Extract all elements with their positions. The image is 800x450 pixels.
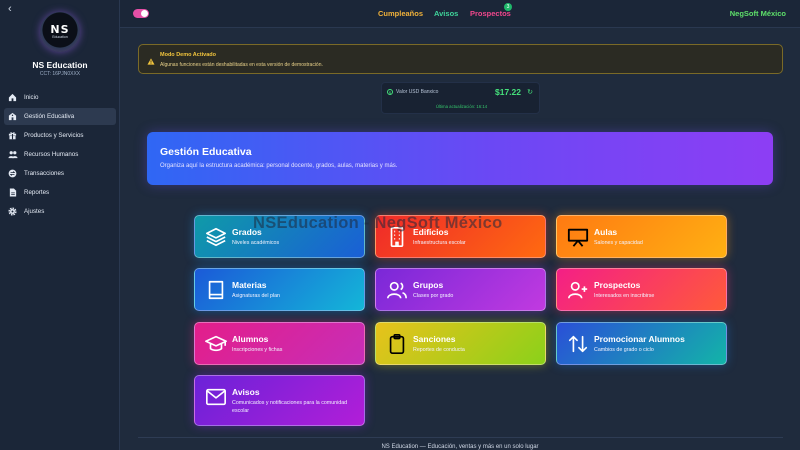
warning-icon xyxy=(147,52,155,70)
alert-title: Modo Demo Activado xyxy=(160,52,217,58)
sidebar-nav: Inicio Gestión Educativa Productos y Ser… xyxy=(4,89,116,222)
arrows-updown-icon xyxy=(567,333,589,355)
card-title: Grados xyxy=(232,227,262,237)
user-plus-icon xyxy=(567,279,589,301)
sidebar-item-recursos-humanos[interactable]: Recursos Humanos xyxy=(4,146,116,163)
brand-name: NS Education xyxy=(32,60,88,70)
topbar-link-cumpleanos[interactable]: Cumpleaños xyxy=(378,9,423,18)
demo-alert: Modo Demo Activado Algunas funciones est… xyxy=(138,44,783,74)
logo-subtext: Education xyxy=(52,35,68,39)
sidebar-item-label: Transacciones xyxy=(24,170,65,177)
card-title: Edificios xyxy=(413,227,449,237)
page-title: Gestión Educativa xyxy=(160,146,252,158)
refresh-icon[interactable]: ↻ xyxy=(527,88,533,96)
building-icon xyxy=(386,226,408,248)
card-alumnos[interactable]: Alumnos Inscripciones y fichas xyxy=(194,322,365,365)
card-subtitle: Comunicados y notificaciones para la com… xyxy=(232,400,348,414)
brand-cct: CCT: 16PJN0XXX xyxy=(39,71,81,77)
card-avisos[interactable]: Avisos Comunicados y notificaciones para… xyxy=(194,375,365,426)
card-subtitle: Clases por grado xyxy=(413,293,454,299)
footer-divider xyxy=(138,437,783,438)
card-title: Aulas xyxy=(594,227,618,237)
card-subtitle: Niveles académicos xyxy=(232,240,280,246)
page-subtitle: Organiza aquí la estructura académica: p… xyxy=(160,163,398,169)
sidebar: ‹ NS Education NS Education CCT: 16PJN0X… xyxy=(0,0,120,450)
card-title: Avisos xyxy=(232,387,260,397)
sidebar-item-label: Inicio xyxy=(24,94,39,101)
company-name[interactable]: NegSoft México xyxy=(730,9,786,18)
mail-icon xyxy=(205,386,227,408)
section-hero: Gestión Educativa Organiza aquí la estru… xyxy=(147,132,773,185)
theme-toggle[interactable] xyxy=(133,9,149,18)
sidebar-item-productos-servicios[interactable]: Productos y Servicios xyxy=(4,127,116,144)
sidebar-item-inicio[interactable]: Inicio xyxy=(4,89,116,106)
sidebar-item-label: Ajustes xyxy=(24,208,45,215)
users-icon xyxy=(7,149,18,160)
gift-icon xyxy=(7,130,18,141)
sidebar-item-gestion-educativa[interactable]: Gestión Educativa xyxy=(4,108,116,125)
card-subtitle: Infraestructura escolar xyxy=(413,240,466,246)
dollar-icon: $ xyxy=(387,89,393,95)
card-subtitle: Asignaturas del plan xyxy=(232,293,280,299)
card-edificios[interactable]: Edificios Infraestructura escolar xyxy=(375,215,546,258)
home-icon xyxy=(7,92,18,103)
card-subtitle: Cambios de grado o ciclo xyxy=(594,347,654,353)
presentation-icon xyxy=(567,226,589,248)
card-title: Grupos xyxy=(413,280,444,290)
card-title: Sanciones xyxy=(413,334,456,344)
group-icon xyxy=(386,279,408,301)
rate-label: Valor USD Banxico xyxy=(396,89,439,95)
graduation-cap-icon xyxy=(205,333,227,355)
clipboard-icon xyxy=(386,333,408,355)
alert-text: Algunas funciones están deshabilitadas e… xyxy=(160,62,323,68)
card-title: Promocionar Alumnos xyxy=(594,334,685,344)
topbar: Cumpleaños Avisos Prospectos 3 NegSoft M… xyxy=(120,0,800,28)
sidebar-item-label: Productos y Servicios xyxy=(24,132,84,139)
toggle-knob xyxy=(141,10,148,17)
logo-text: NS xyxy=(50,23,70,36)
card-title: Prospectos xyxy=(594,280,641,290)
card-subtitle: Reportes de conducta xyxy=(413,347,465,353)
rate-updated: Última actualización: 16:14 xyxy=(435,104,488,109)
card-subtitle: Inscripciones y fichas xyxy=(232,347,283,353)
exchange-rate-card: $ Valor USD Banxico $17.22 ↻ Última actu… xyxy=(381,82,540,114)
gear-icon xyxy=(7,206,18,217)
card-prospectos[interactable]: Prospectos Interesados en inscribirse xyxy=(556,268,727,311)
sidebar-item-label: Recursos Humanos xyxy=(24,151,79,158)
card-promocionar-alumnos[interactable]: Promocionar Alumnos Cambios de grado o c… xyxy=(556,322,727,365)
rate-value: $17.22 xyxy=(495,87,521,97)
card-title: Materias xyxy=(232,280,267,290)
file-icon xyxy=(7,187,18,198)
card-subtitle: Salones y capacidad xyxy=(594,240,643,246)
sidebar-item-label: Gestión Educativa xyxy=(24,113,75,120)
topbar-link-prospectos[interactable]: Prospectos xyxy=(470,9,511,18)
sidebar-item-transacciones[interactable]: Transacciones xyxy=(4,165,116,182)
logo: NS Education xyxy=(40,12,80,52)
card-grupos[interactable]: Grupos Clases por grado xyxy=(375,268,546,311)
card-title: Alumnos xyxy=(232,334,269,344)
card-materias[interactable]: Materias Asignaturas del plan xyxy=(194,268,365,311)
layers-icon xyxy=(205,226,227,248)
prospectos-count-badge: 3 xyxy=(504,3,512,11)
card-aulas[interactable]: Aulas Salones y capacidad xyxy=(556,215,727,258)
chevron-left-icon[interactable]: ‹ xyxy=(8,3,12,15)
topbar-link-avisos[interactable]: Avisos xyxy=(434,9,458,18)
sidebar-item-ajustes[interactable]: Ajustes xyxy=(4,203,116,220)
transfer-icon xyxy=(7,168,18,179)
footer-text: NS Education — Educación, ventas y más e… xyxy=(381,444,539,450)
sidebar-item-reportes[interactable]: Reportes xyxy=(4,184,116,201)
card-subtitle: Interesados en inscribirse xyxy=(594,293,655,299)
school-icon xyxy=(7,111,18,122)
card-sanciones[interactable]: Sanciones Reportes de conducta xyxy=(375,322,546,365)
book-icon xyxy=(205,279,227,301)
sidebar-item-label: Reportes xyxy=(24,189,50,196)
card-grados[interactable]: Grados Niveles académicos xyxy=(194,215,365,258)
